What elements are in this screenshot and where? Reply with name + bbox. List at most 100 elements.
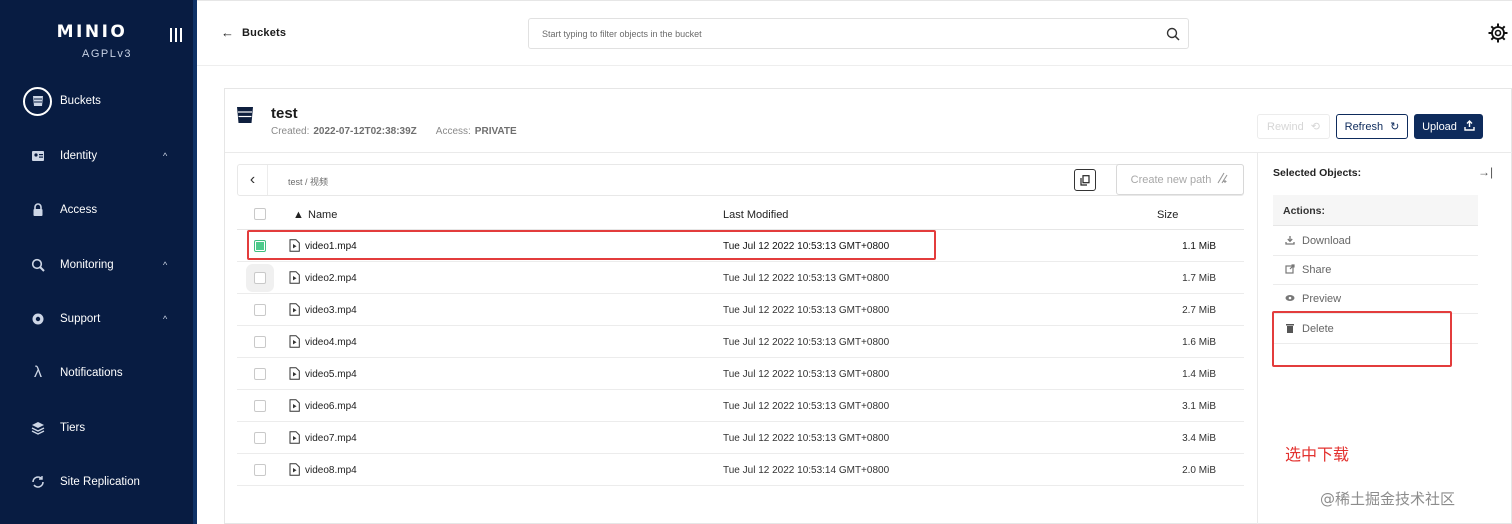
annotation-note: 选中下载 xyxy=(1285,445,1350,464)
last-modified: Tue Jul 12 2022 10:53:14 GMT+0800 xyxy=(723,465,890,476)
sidebar-item-support[interactable]: Support ^ xyxy=(0,299,193,339)
search-icon[interactable] xyxy=(1158,27,1188,41)
bucket-meta: Created: 2022-07-12T02:38:39Z Access: PRIV… xyxy=(271,126,517,137)
upload-label: Upload xyxy=(1422,120,1457,133)
actions-label: Actions: xyxy=(1283,205,1325,217)
sidebar-item-buckets[interactable]: Buckets xyxy=(0,81,193,121)
annotation-highlight-row xyxy=(247,230,936,260)
brand: MINIO AGPLv3 xyxy=(52,22,132,60)
create-new-path-button[interactable]: Create new path xyxy=(1116,164,1244,195)
upload-button[interactable]: Upload xyxy=(1414,114,1483,139)
download-action[interactable]: Download xyxy=(1273,227,1478,256)
sidebar-item-label: Buckets xyxy=(60,95,101,107)
last-modified: Tue Jul 12 2022 10:53:13 GMT+0800 xyxy=(723,273,890,284)
row-checkbox[interactable] xyxy=(254,368,266,380)
sort-asc-icon[interactable]: ▲ xyxy=(293,209,304,221)
back-label: Buckets xyxy=(242,26,287,39)
action-label: Preview xyxy=(1302,293,1342,305)
file-size: 1.4 MiB xyxy=(1182,369,1216,380)
action-label: Download xyxy=(1302,235,1351,247)
search-input[interactable] xyxy=(529,19,1158,48)
eye-icon xyxy=(1284,294,1296,304)
file-size: 1.7 MiB xyxy=(1182,273,1216,284)
sidebar-item-label: Notifications xyxy=(60,367,123,379)
row-checkbox[interactable] xyxy=(254,304,266,316)
annotation-highlight-action xyxy=(1272,311,1452,367)
actions-header: Actions: xyxy=(1273,195,1478,226)
collapse-sidebar-button[interactable] xyxy=(170,28,182,42)
table-row[interactable]: video4.mp4 Tue Jul 12 2022 10:53:13 GMT+0… xyxy=(237,326,1244,358)
download-icon xyxy=(1284,235,1296,247)
column-last-modified[interactable]: Last Modified xyxy=(723,209,788,221)
row-checkbox[interactable] xyxy=(254,336,266,348)
preview-action[interactable]: Preview xyxy=(1273,285,1478,314)
last-modified: Tue Jul 12 2022 10:53:13 GMT+0800 xyxy=(723,305,890,316)
refresh-label: Refresh xyxy=(1344,120,1384,133)
sidebar-item-identity[interactable]: Identity ^ xyxy=(0,136,193,176)
table-header: ▲ Name Last Modified Size xyxy=(237,198,1244,230)
sidebar-item-monitoring[interactable]: Monitoring ^ xyxy=(0,245,193,285)
access-label: Access: xyxy=(435,126,471,137)
back-to-buckets-link[interactable]: ← Buckets xyxy=(221,25,286,40)
file-name: video8.mp4 xyxy=(305,465,357,476)
table-body: video1.mp4 Tue Jul 12 2022 10:53:13 GMT+0… xyxy=(237,230,1244,486)
file-size: 2.0 MiB xyxy=(1182,465,1216,476)
rewind-button[interactable]: Rewind ⟲ xyxy=(1257,114,1330,139)
select-all-checkbox[interactable] xyxy=(254,208,266,220)
selected-objects-label: Selected Objects: xyxy=(1273,167,1362,179)
gear-icon[interactable] xyxy=(1487,22,1509,44)
bucket-icon xyxy=(237,106,253,124)
sidebar-item-label: Access xyxy=(60,204,98,216)
identity-icon xyxy=(24,142,52,170)
sidebar-edge xyxy=(193,0,197,524)
table-row[interactable]: video6.mp4 Tue Jul 12 2022 10:53:13 GMT+0… xyxy=(237,390,1244,422)
tiers-icon xyxy=(24,414,52,442)
table-row[interactable]: video7.mp4 Tue Jul 12 2022 10:53:13 GMT+0… xyxy=(237,422,1244,454)
sidebar-item-tiers[interactable]: Tiers xyxy=(0,408,193,448)
file-name: video2.mp4 xyxy=(305,273,357,284)
breadcrumb: test / 视频 xyxy=(288,177,329,187)
column-name[interactable]: Name xyxy=(308,209,337,221)
refresh-button[interactable]: Refresh ↻ xyxy=(1336,114,1408,139)
close-panel-icon[interactable]: →| xyxy=(1478,165,1493,179)
license-label: AGPLv3 xyxy=(82,48,132,60)
file-name: video7.mp4 xyxy=(305,433,357,444)
video-file-icon xyxy=(289,335,300,348)
chevron-up-icon: ^ xyxy=(163,260,168,270)
sidebar-item-notifications[interactable]: λ Notifications xyxy=(0,353,193,393)
minio-logo: MINIO xyxy=(56,22,128,42)
lambda-icon: λ xyxy=(34,364,42,381)
column-size[interactable]: Size xyxy=(1157,209,1178,221)
copy-path-button[interactable] xyxy=(1074,169,1096,191)
row-checkbox[interactable] xyxy=(254,400,266,412)
create-new-path-label: Create new path xyxy=(1130,173,1212,186)
sidebar-item-label: Identity xyxy=(60,150,98,162)
new-path-icon xyxy=(1217,172,1229,187)
sidebar-item-access[interactable]: Access xyxy=(0,190,193,230)
row-checkbox[interactable] xyxy=(254,272,266,284)
top-header: ← Buckets xyxy=(197,0,1512,66)
watermark: @稀土掘金技术社区 xyxy=(1320,490,1456,508)
video-file-icon xyxy=(289,431,300,444)
rewind-label: Rewind xyxy=(1267,120,1304,133)
support-icon xyxy=(24,305,52,333)
file-name: video4.mp4 xyxy=(305,337,357,348)
table-row[interactable]: video8.mp4 Tue Jul 12 2022 10:53:14 GMT+0… xyxy=(237,454,1244,486)
created-value: 2022-07-12T02:38:39Z xyxy=(313,126,417,137)
file-size: 1.1 MiB xyxy=(1182,241,1216,252)
table-row[interactable]: video3.mp4 Tue Jul 12 2022 10:53:13 GMT+0… xyxy=(237,294,1244,326)
file-size: 3.4 MiB xyxy=(1182,433,1216,444)
table-row[interactable]: video5.mp4 Tue Jul 12 2022 10:53:13 GMT+0… xyxy=(237,358,1244,390)
bucket-icon xyxy=(23,86,52,116)
share-action[interactable]: Share xyxy=(1273,256,1478,285)
copy-icon xyxy=(1080,174,1090,186)
object-filter xyxy=(528,18,1189,49)
file-name: video3.mp4 xyxy=(305,305,357,316)
sidebar-item-site-replication[interactable]: Site Replication xyxy=(0,462,193,502)
row-checkbox[interactable] xyxy=(254,432,266,444)
chevron-left-icon[interactable]: ‹ xyxy=(238,165,268,195)
table-row[interactable]: video2.mp4 Tue Jul 12 2022 10:53:13 GMT+0… xyxy=(237,262,1244,294)
minio-console: MINIO AGPLv3 Buckets Identity ^ Access M… xyxy=(0,0,1512,524)
row-checkbox[interactable] xyxy=(254,464,266,476)
bucket-header: test Created: 2022-07-12T02:38:39Z Access… xyxy=(225,89,1512,153)
